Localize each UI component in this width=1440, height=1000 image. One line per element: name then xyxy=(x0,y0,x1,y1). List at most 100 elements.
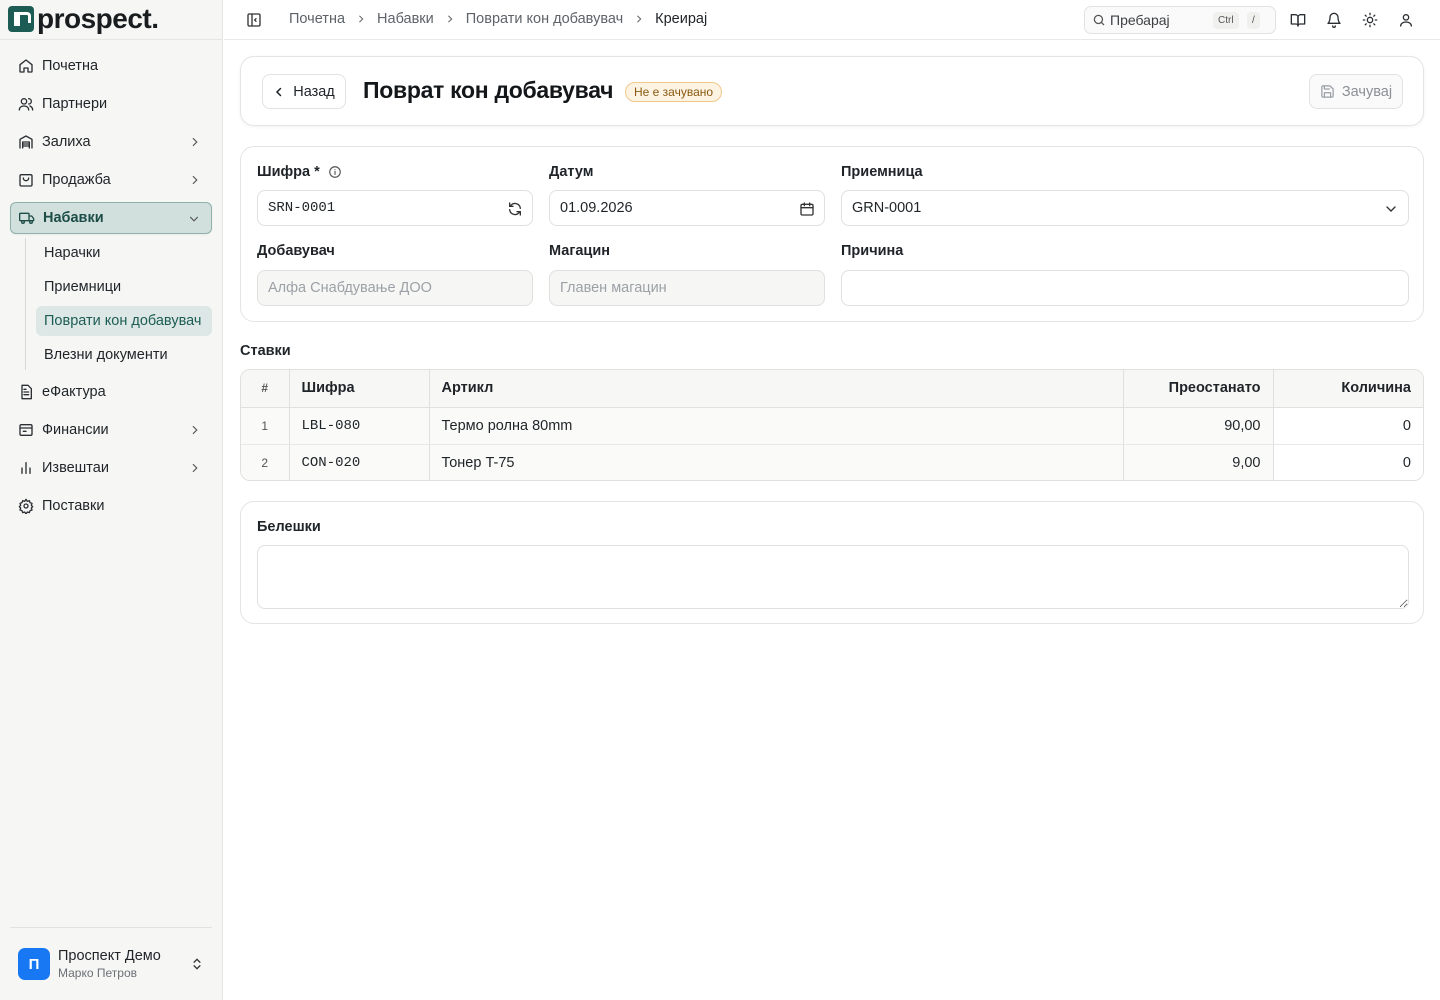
reason-label: Причина xyxy=(841,243,904,259)
breadcrumb-home[interactable]: Почетна xyxy=(289,11,345,27)
table-header-row: # Шифра Артикл Преостанато Количина xyxy=(241,370,1423,408)
save-icon xyxy=(1320,84,1335,99)
date-field[interactable]: 01.09.2026 xyxy=(549,190,825,226)
sidebar-nav: Почетна Партнери Залиха Продажба Набавки… xyxy=(10,50,212,528)
date-label: Датум xyxy=(549,164,594,180)
sidebar-item-label: Набавки xyxy=(43,210,104,226)
breadcrumb-supplier-returns[interactable]: Поврати кон добавувач xyxy=(466,11,623,27)
sidebar-item-partners[interactable]: Партнери xyxy=(10,88,212,120)
sidebar-item-procurement[interactable]: Набавки xyxy=(10,202,212,234)
notes-card: Белешки xyxy=(240,501,1424,624)
info-icon[interactable] xyxy=(328,165,342,179)
row-code: LBL-080 xyxy=(289,407,430,445)
sidebar-subitem-supplier-returns[interactable]: Поврати кон добавувач xyxy=(36,306,212,336)
chevrons-up-down-icon xyxy=(190,956,204,972)
warehouse-value: Главен магацин xyxy=(560,280,667,296)
refresh-icon[interactable] xyxy=(507,201,523,217)
supplier-label: Добавувач xyxy=(257,243,335,259)
save-button[interactable]: Зачувај xyxy=(1309,74,1403,109)
sidebar-item-settings[interactable]: Поставки xyxy=(10,490,212,522)
users-icon xyxy=(18,96,34,112)
sidebar-item-reports[interactable]: Извештаи xyxy=(10,452,212,484)
calendar-icon[interactable] xyxy=(799,201,815,217)
logo-mark-icon xyxy=(8,6,34,32)
sidebar-item-label: Поставки xyxy=(42,498,105,514)
sidebar-subitem-orders[interactable]: Нарачки xyxy=(36,238,212,268)
sidebar: prospect. Почетна Партнери Залиха Продаж… xyxy=(0,0,223,1000)
page-title: Поврат кон добавувач xyxy=(363,77,614,103)
code-label-text: Шифра * xyxy=(257,164,320,180)
user-icon[interactable] xyxy=(1398,12,1414,28)
table-row: 2 CON-020 Тонер T-75 9,00 0 xyxy=(241,444,1423,480)
row-code: CON-020 xyxy=(289,444,430,480)
sidebar-item-home[interactable]: Почетна xyxy=(10,50,212,82)
warehouse-label: Магацин xyxy=(549,243,611,259)
sidebar-item-label: Залиха xyxy=(42,134,91,150)
sidebar-divider xyxy=(10,927,212,928)
sidebar-item-label: Продажба xyxy=(42,172,111,188)
code-value: SRN-0001 xyxy=(268,200,336,216)
app-logo[interactable]: prospect. xyxy=(8,4,159,34)
status-badge: Не е зачувано xyxy=(625,82,723,102)
col-quantity: Количина xyxy=(1273,370,1423,408)
sidebar-toggle-icon[interactable] xyxy=(246,12,262,28)
topbar: Почетна Набавки Поврати кон добавувач Кр… xyxy=(224,0,1440,40)
sidebar-item-label: Извештаи xyxy=(42,460,109,476)
row-index: 2 xyxy=(241,444,290,480)
notes-textarea[interactable] xyxy=(257,545,1409,609)
app-name: prospect. xyxy=(37,3,159,34)
chevron-right-icon xyxy=(188,173,202,187)
grn-value: GRN-0001 xyxy=(852,200,922,216)
warehouse-icon xyxy=(18,134,34,150)
procurement-subnav: Нарачки Приемници Поврати кон добавувач … xyxy=(25,238,212,370)
breadcrumb-procurement[interactable]: Набавки xyxy=(377,11,434,27)
col-code: Шифра xyxy=(289,370,430,408)
back-button[interactable]: Назад xyxy=(262,74,346,109)
row-quantity-input[interactable]: 0 xyxy=(1273,407,1423,445)
chevron-right-icon xyxy=(356,14,366,24)
col-remaining: Преостанато xyxy=(1123,370,1274,408)
sidebar-item-finance[interactable]: Финансии xyxy=(10,414,212,446)
return-form: Шифра * SRN-0001 Датум 01.09.2026 Приемн… xyxy=(240,146,1424,322)
sidebar-item-label: Финансии xyxy=(42,422,109,438)
chevron-down-icon xyxy=(187,212,201,226)
account-switcher[interactable]: П Проспект Демо Марко Петров xyxy=(18,946,208,982)
avatar: П xyxy=(18,948,50,980)
grn-label: Приемница xyxy=(841,164,923,180)
reason-field[interactable] xyxy=(841,270,1409,306)
col-article: Артикл xyxy=(429,370,1124,408)
sun-icon[interactable] xyxy=(1362,12,1378,28)
bell-icon[interactable] xyxy=(1326,12,1342,28)
search-box[interactable]: Ctrl / xyxy=(1084,6,1276,34)
wallet-icon xyxy=(18,422,34,438)
account-user: Марко Петров xyxy=(58,966,137,980)
home-icon xyxy=(18,58,34,74)
search-input[interactable] xyxy=(1110,12,1210,28)
bar-chart-icon xyxy=(18,460,34,476)
sidebar-subitem-receipts[interactable]: Приемници xyxy=(36,272,212,302)
supplier-field: Алфа Снабдување ДОО xyxy=(257,270,533,306)
notes-label: Белешки xyxy=(257,519,321,535)
grn-select[interactable]: GRN-0001 xyxy=(841,190,1409,226)
sidebar-item-inventory[interactable]: Залиха xyxy=(10,126,212,158)
account-info: Проспект Демо Марко Петров xyxy=(58,947,180,981)
table-row: 1 LBL-080 Термо ролна 80mm 90,00 0 xyxy=(241,407,1423,445)
sidebar-subitem-inbound-documents[interactable]: Влезни документи xyxy=(36,340,212,370)
supplier-value: Алфа Снабдување ДОО xyxy=(268,280,432,296)
kbd-slash: / xyxy=(1247,12,1260,29)
sidebar-item-label: еФактура xyxy=(42,384,106,400)
items-table: # Шифра Артикл Преостанато Количина 1 LB… xyxy=(240,369,1424,481)
sidebar-item-einvoice[interactable]: еФактура xyxy=(10,376,212,408)
chevron-left-icon xyxy=(273,86,285,98)
code-field[interactable]: SRN-0001 xyxy=(257,190,533,226)
shopping-bag-icon xyxy=(18,172,34,188)
row-quantity-input[interactable]: 0 xyxy=(1273,444,1423,480)
truck-icon xyxy=(19,210,35,226)
row-article: Термо ролна 80mm xyxy=(429,407,1124,445)
search-icon xyxy=(1092,13,1106,27)
sidebar-item-sales[interactable]: Продажба xyxy=(10,164,212,196)
page-header: Назад Поврат кон добавувач Не е зачувано… xyxy=(240,56,1424,126)
kbd-ctrl: Ctrl xyxy=(1213,12,1239,29)
book-open-icon[interactable] xyxy=(1290,12,1306,28)
file-text-icon xyxy=(18,384,34,400)
